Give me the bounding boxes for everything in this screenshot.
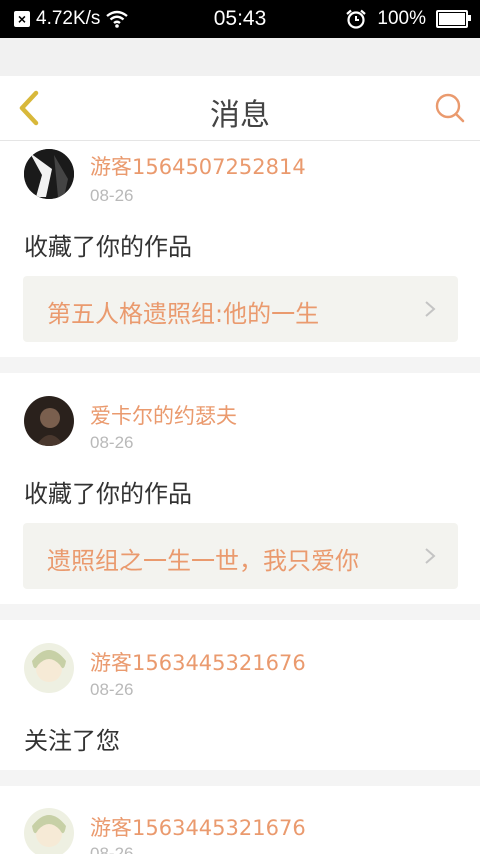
work-title: 遗照组之一生一世，我只爱你	[47, 547, 359, 575]
username[interactable]: 游客1563445321676	[90, 812, 306, 842]
work-link[interactable]: 遗照组之一生一世，我只爱你	[23, 523, 458, 589]
work-link[interactable]: 第五人格遗照组:他的一生	[23, 276, 458, 342]
message-action: 收藏了你的作品	[24, 233, 192, 261]
page-title: 消息	[210, 98, 270, 133]
message-date: 08-26	[90, 433, 134, 452]
avatar[interactable]	[24, 149, 74, 199]
alarm-icon	[346, 9, 367, 29]
battery-level: 100%	[377, 8, 426, 29]
message-action: 关注了您	[24, 727, 120, 755]
message-action: 收藏了你的作品	[24, 480, 192, 508]
avatar[interactable]	[24, 808, 74, 854]
work-title: 第五人格遗照组:他的一生	[47, 300, 320, 328]
chevron-right-icon	[425, 301, 436, 317]
message-date: 08-26	[90, 680, 134, 699]
username[interactable]: 游客1563445321676	[90, 647, 306, 677]
username[interactable]: 游客1564507252814	[90, 151, 306, 181]
avatar[interactable]	[24, 643, 74, 693]
status-right: 100%	[345, 8, 471, 30]
message-card[interactable]: 游客1563445321676 08-26	[0, 786, 480, 854]
search-icon[interactable]	[434, 92, 466, 124]
status-bar: × 4.72K/s 05:43 100%	[0, 0, 480, 38]
message-date: 08-26	[90, 844, 134, 854]
message-card[interactable]: 游客1564507252814 08-26 收藏了你的作品 第五人格遗照组:他的…	[0, 141, 480, 357]
chevron-right-icon	[425, 548, 436, 564]
header: 消息	[0, 76, 480, 141]
message-card[interactable]: 游客1563445321676 08-26 关注了您	[0, 620, 480, 770]
username[interactable]: 爱卡尔的约瑟夫	[90, 400, 237, 430]
message-card[interactable]: 爱卡尔的约瑟夫 08-26 收藏了你的作品 遗照组之一生一世，我只爱你	[0, 373, 480, 604]
avatar[interactable]	[24, 396, 74, 446]
message-date: 08-26	[90, 186, 134, 205]
top-spacer	[0, 38, 480, 76]
battery-icon	[436, 10, 471, 28]
